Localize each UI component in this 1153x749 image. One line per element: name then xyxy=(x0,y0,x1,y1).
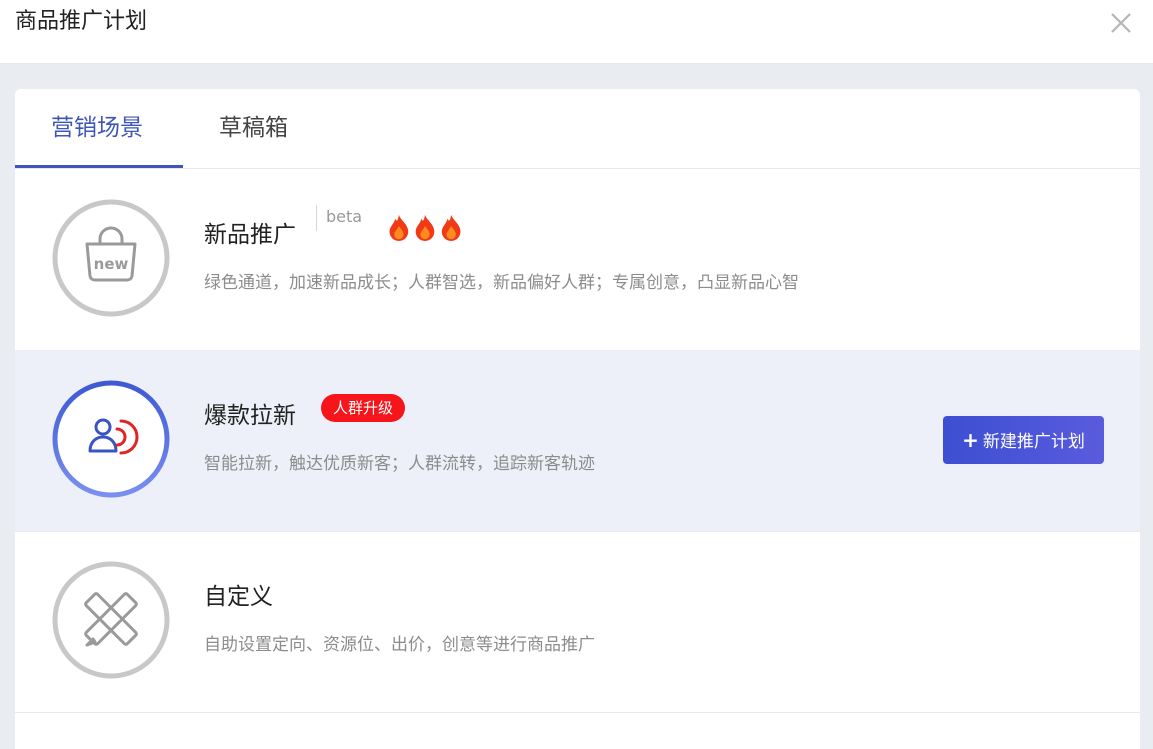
tab-bar: 营销场景 草稿箱 xyxy=(15,89,1140,169)
beta-tag: beta xyxy=(326,207,363,226)
scene-name: 自定义 xyxy=(204,584,273,610)
tab-marketing-scenes[interactable]: 营销场景 xyxy=(51,110,143,146)
scene-description: 绿色通道，加速新品成长；人群智选，新品偏好人群；专属创意，凸显新品心智 xyxy=(204,273,799,293)
scene-name: 新品推广 xyxy=(204,222,296,248)
scene-row-hot-acquisition[interactable]: 爆款拉新 人群升级 智能拉新，触达优质新客；人群流转，追踪新客轨迹 + 新建推广计… xyxy=(15,350,1140,532)
hot-flames xyxy=(389,214,461,241)
svg-text:new: new xyxy=(94,255,129,273)
fire-icon xyxy=(389,214,409,241)
dialog-title: 商品推广计划 xyxy=(15,9,148,34)
close-icon[interactable] xyxy=(1107,9,1135,37)
scene-description: 智能拉新，触达优质新客；人群流转，追踪新客轨迹 xyxy=(204,454,595,474)
active-tab-indicator xyxy=(15,165,183,168)
upgrade-badge: 人群升级 xyxy=(321,394,406,422)
plus-icon: + xyxy=(962,428,979,452)
divider xyxy=(316,205,317,231)
pencil-ruler-icon xyxy=(52,561,170,679)
user-signal-icon xyxy=(52,380,170,498)
scene-row-new-product[interactable]: new 新品推广 beta 绿色通道，加速新品成长；人群智选，新品偏好人群；专属… xyxy=(15,169,1140,351)
tab-drafts[interactable]: 草稿箱 xyxy=(219,110,288,146)
dialog-header: 商品推广计划 xyxy=(0,0,1153,64)
new-bag-icon: new xyxy=(52,199,170,317)
create-plan-button[interactable]: + 新建推广计划 xyxy=(943,416,1104,464)
scene-panel: 营销场景 草稿箱 new 新品推广 beta 绿色通道，加速新品成长；人群智选，… xyxy=(15,89,1140,749)
scene-name: 爆款拉新 xyxy=(204,403,296,429)
scene-description: 自助设置定向、资源位、出价，创意等进行商品推广 xyxy=(204,635,595,655)
scene-row-custom[interactable]: 自定义 自助设置定向、资源位、出价，创意等进行商品推广 xyxy=(15,531,1140,713)
fire-icon xyxy=(441,214,461,241)
create-plan-label: 新建推广计划 xyxy=(982,432,1085,452)
fire-icon xyxy=(415,214,435,241)
